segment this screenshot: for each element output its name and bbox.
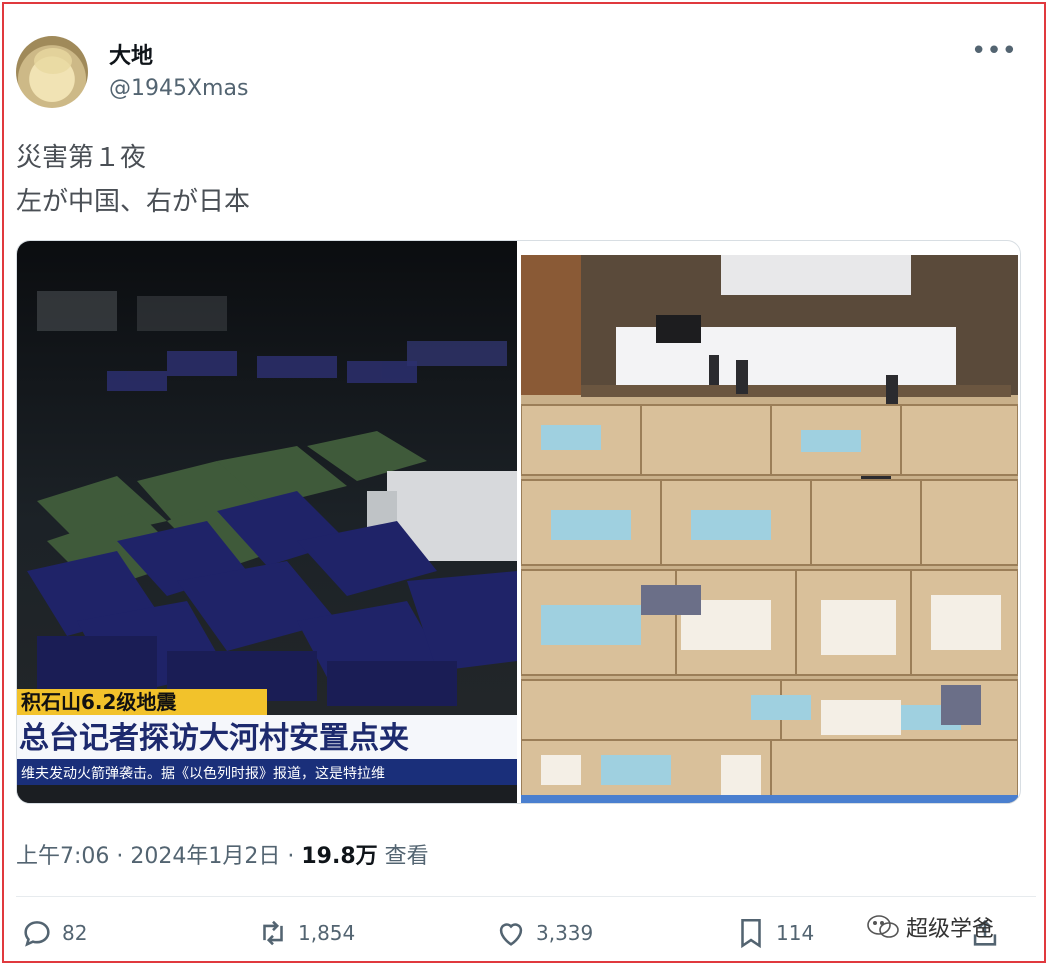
avatar[interactable] — [16, 36, 88, 108]
media-grid[interactable]: 积石山6.2级地震 总台记者探访大河村安置点夹 维夫发动火箭弹袭击。据《以色列时… — [16, 240, 1021, 804]
tweet-card: 大地 @1945Xmas ••• 災害第１夜 左が中国、右が日本 积石山6.2级… — [6, 6, 1040, 959]
reply-count: 82 — [62, 921, 88, 945]
divider-line — [16, 896, 1036, 897]
photo-gym-shelter[interactable] — [521, 255, 1018, 803]
more-options-icon[interactable]: ••• — [971, 36, 1017, 66]
tweet-text-line2: 左が中国、右が日本 — [16, 187, 251, 217]
heart-icon — [499, 923, 523, 946]
news-caption-top: 积石山6.2级地震 — [21, 690, 177, 714]
view-count-label: 查看 — [377, 844, 429, 869]
repost-icon — [263, 920, 283, 946]
bookmark-button[interactable]: 114 — [734, 916, 814, 950]
reply-icon — [24, 921, 50, 947]
news-caption-main: 总台记者探访大河村安置点夹 — [19, 721, 409, 756]
tweet-meta: 上午7:06 · 2024年1月2日 · 19.8万 查看 — [16, 838, 429, 870]
like-button[interactable]: 3,339 — [494, 916, 593, 950]
bookmark-icon — [741, 918, 761, 949]
watermark-text: 超级学爸 — [906, 917, 995, 942]
like-count: 3,339 — [536, 921, 594, 945]
author-handle[interactable]: @1945Xmas — [109, 76, 248, 101]
photo-tent-camp[interactable]: 积石山6.2级地震 总台记者探访大河村安置点夹 维夫发动火箭弹袭击。据《以色列时… — [17, 241, 517, 803]
bookmark-count: 114 — [776, 921, 815, 945]
news-ticker: 维夫发动火箭弹袭击。据《以色列时报》报道，这是特拉维 — [21, 765, 385, 782]
view-count: 19.8万 — [301, 844, 378, 869]
author-name[interactable]: 大地 — [109, 38, 153, 70]
wechat-watermark: 超级学爸 — [866, 911, 994, 943]
wechat-icon — [867, 915, 899, 938]
reply-button[interactable]: 82 — [20, 916, 87, 950]
tweet-text-line1: 災害第１夜 — [16, 143, 147, 173]
repost-button[interactable]: 1,854 — [256, 916, 355, 950]
repost-count: 1,854 — [298, 921, 356, 945]
tweet-timestamp[interactable]: 上午7:06 · 2024年1月2日 · — [16, 844, 301, 869]
